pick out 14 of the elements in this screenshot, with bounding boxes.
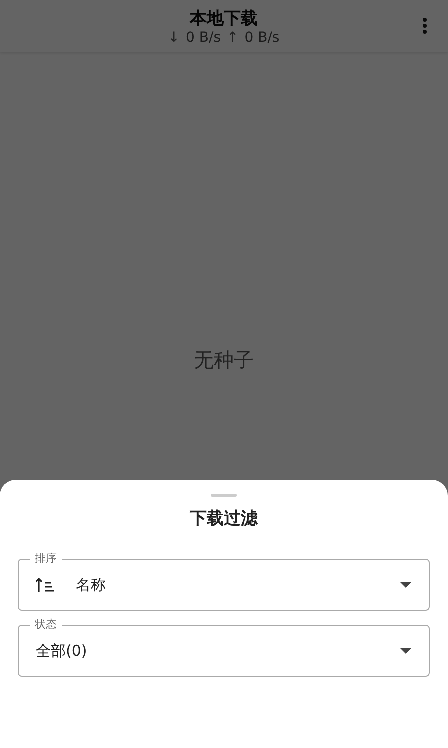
- caret-icon: [400, 582, 412, 588]
- speed-arrow: ↑: [227, 30, 239, 46]
- sheet-title: 下载过滤: [190, 508, 258, 530]
- empty-message: 无种子: [194, 346, 254, 374]
- more-menu-icon[interactable]: [422, 17, 428, 35]
- sort-icon: [36, 577, 56, 593]
- dropdown-field[interactable]: 排序 名称: [18, 550, 430, 611]
- dropdown-field[interactable]: 状态 全部(0): [18, 616, 430, 677]
- speed-value: 0 B/s: [186, 30, 221, 46]
- caret-icon: [400, 648, 412, 654]
- speed-arrow: ↓: [168, 30, 180, 46]
- drag-handle[interactable]: [211, 494, 237, 497]
- speed-value: 0 B/s: [244, 30, 280, 46]
- page-title: 本地下载: [190, 8, 258, 30]
